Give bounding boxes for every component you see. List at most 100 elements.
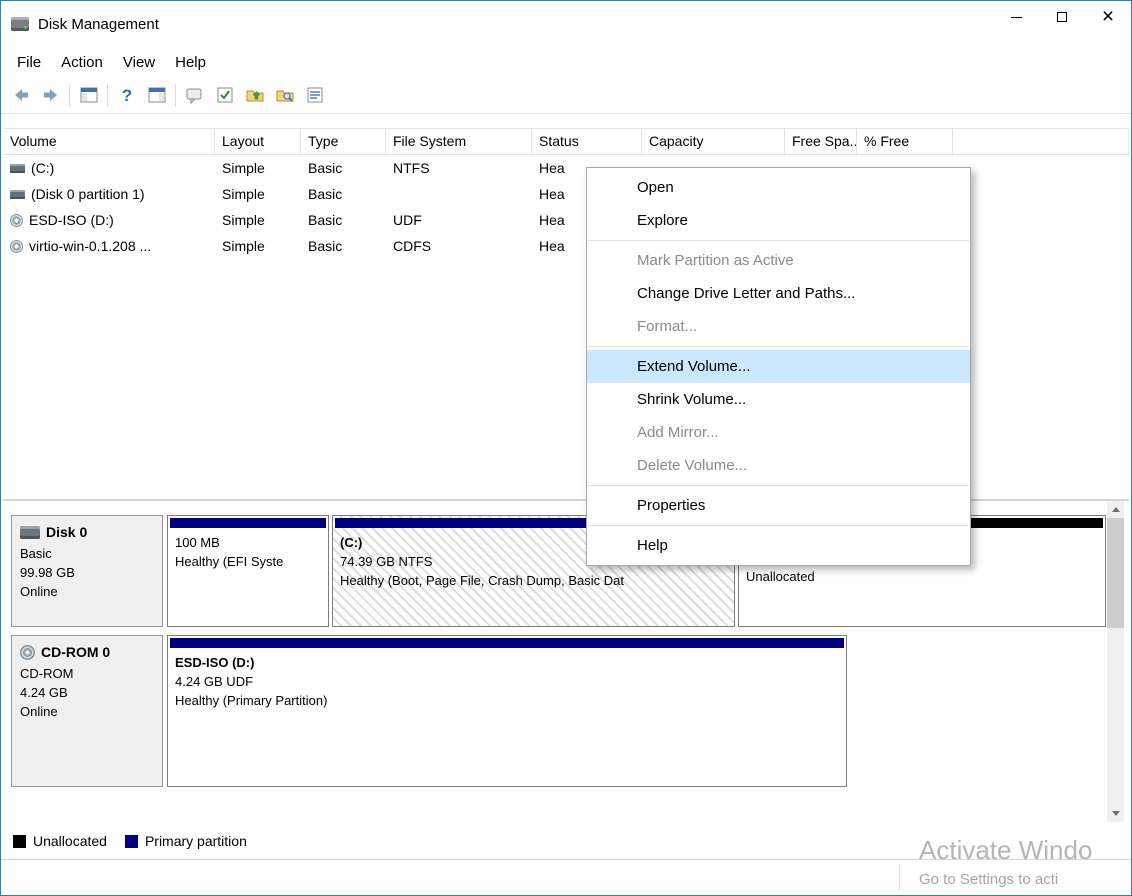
partition-efi[interactable]: 100 MB Healthy (EFI Syste (167, 515, 329, 627)
menu-item-explore[interactable]: Explore (587, 204, 970, 237)
type-cell: Basic (301, 238, 386, 254)
partition-size: 4.24 GB UDF (175, 672, 839, 691)
disk-type: CD-ROM (20, 664, 154, 683)
drive-icon (10, 190, 25, 199)
show-console-tree-icon[interactable] (77, 84, 100, 107)
layout-cell: Simple (215, 212, 301, 228)
partition-status: Unallocated (746, 567, 1098, 586)
properties-icon[interactable] (183, 84, 206, 107)
menu-action[interactable]: Action (51, 49, 113, 76)
toolbar-divider (107, 84, 108, 107)
layout-cell: Simple (215, 238, 301, 254)
volume-name: (C:) (31, 160, 54, 176)
maximize-button[interactable] (1039, 1, 1085, 33)
menu-bar: File Action View Help (1, 47, 1131, 77)
column-header-layout[interactable]: Layout (215, 129, 301, 154)
partition-color-bar (170, 638, 844, 648)
toolbar: ? (1, 77, 1131, 114)
disk-size: 4.24 GB (20, 683, 154, 702)
toolbar-divider (69, 84, 70, 107)
column-header-capacity[interactable]: Capacity (642, 129, 785, 154)
column-header-type[interactable]: Type (301, 129, 386, 154)
maximize-icon (1057, 12, 1067, 22)
partition-size: 100 MB (175, 533, 321, 552)
menu-item-format: Format... (587, 310, 970, 343)
disk-status: Online (20, 702, 154, 721)
activate-windows-watermark: Activate Windo (919, 835, 1092, 866)
drive-icon (10, 164, 25, 173)
menu-item-help[interactable]: Help (587, 529, 970, 562)
column-header-free-space[interactable]: Free Spa... (785, 129, 857, 154)
list-header: Volume Layout Type File System Status Ca… (3, 128, 1129, 155)
check-icon[interactable] (213, 84, 236, 107)
cd-icon (10, 214, 23, 227)
primary-partition-swatch (125, 835, 138, 848)
legend-item-primary-partition: Primary partition (125, 833, 247, 849)
partition-d[interactable]: ESD-ISO (D:) 4.24 GB UDF Healthy (Primar… (167, 635, 847, 787)
disk-name: CD-ROM 0 (41, 643, 110, 662)
back-icon[interactable] (9, 84, 32, 107)
close-button[interactable]: × (1085, 1, 1131, 33)
scroll-up-button[interactable] (1107, 501, 1124, 518)
menu-separator (588, 525, 969, 526)
menu-help[interactable]: Help (165, 49, 216, 76)
column-header-percent-free[interactable]: % Free (857, 129, 953, 154)
menu-item-shrink-volume[interactable]: Shrink Volume... (587, 383, 970, 416)
forward-icon[interactable] (39, 84, 62, 107)
help-icon[interactable]: ? (115, 84, 138, 107)
partition-status: Healthy (EFI Syste (175, 552, 321, 571)
window-title: Disk Management (38, 16, 159, 33)
toolbar-divider (175, 84, 176, 107)
cdrom-0-row: CD-ROM 0 CD-ROM 4.24 GB Online ESD-ISO (… (11, 635, 850, 787)
details-icon[interactable] (303, 84, 326, 107)
legend-item-unallocated: Unallocated (13, 833, 107, 849)
type-cell: Basic (301, 186, 386, 202)
column-header-volume[interactable]: Volume (3, 129, 215, 154)
status-bar-divider (899, 864, 900, 891)
volume-name: ESD-ISO (D:) (29, 212, 114, 228)
partition-status: Healthy (Boot, Page File, Crash Dump, Ba… (340, 571, 727, 590)
menu-item-properties[interactable]: Properties (587, 489, 970, 522)
minimize-button[interactable] (993, 1, 1039, 33)
menu-item-mark-partition-active: Mark Partition as Active (587, 244, 970, 277)
vertical-scrollbar[interactable] (1107, 501, 1124, 822)
menu-separator (588, 240, 969, 241)
partition-color-bar (170, 518, 326, 528)
context-menu: Open Explore Mark Partition as Active Ch… (586, 167, 971, 566)
activate-windows-subtext: Go to Settings to acti (919, 871, 1058, 888)
scrollbar-thumb[interactable] (1107, 518, 1124, 628)
file-system-cell: NTFS (386, 160, 532, 176)
folder-up-icon[interactable] (243, 84, 266, 107)
cd-icon (20, 645, 35, 660)
disk-type: Basic (20, 544, 154, 563)
disk-management-window: Disk Management × File Action View Help … (0, 0, 1132, 896)
legend-label: Primary partition (145, 833, 247, 849)
partition-label: ESD-ISO (D:) (175, 653, 839, 672)
close-icon: × (1102, 12, 1114, 22)
menu-item-open[interactable]: Open (587, 171, 970, 204)
show-action-pane-icon[interactable] (145, 84, 168, 107)
scroll-up-icon (1112, 507, 1120, 512)
menu-file[interactable]: File (7, 49, 51, 76)
menu-item-extend-volume[interactable]: Extend Volume... (587, 350, 970, 383)
file-system-cell: CDFS (386, 238, 532, 254)
disk-name: Disk 0 (46, 523, 87, 542)
partition-status: Healthy (Primary Partition) (175, 691, 839, 710)
menu-item-change-drive-letter[interactable]: Change Drive Letter and Paths... (587, 277, 970, 310)
menu-separator (588, 485, 969, 486)
column-header-file-system[interactable]: File System (386, 129, 532, 154)
cdrom-0-header[interactable]: CD-ROM 0 CD-ROM 4.24 GB Online (11, 635, 163, 787)
svg-text:?: ? (121, 86, 131, 105)
menu-item-delete-volume: Delete Volume... (587, 449, 970, 482)
volume-name: (Disk 0 partition 1) (31, 186, 145, 202)
menu-view[interactable]: View (113, 49, 165, 76)
cd-icon (10, 240, 23, 253)
volume-name: virtio-win-0.1.208 ... (29, 238, 151, 254)
file-system-cell: UDF (386, 212, 532, 228)
disk-size: 99.98 GB (20, 563, 154, 582)
column-header-filler (953, 129, 1129, 154)
disk-0-header[interactable]: Disk 0 Basic 99.98 GB Online (11, 515, 163, 627)
folder-search-icon[interactable] (273, 84, 296, 107)
scroll-down-button[interactable] (1107, 805, 1124, 822)
column-header-status[interactable]: Status (532, 129, 642, 154)
